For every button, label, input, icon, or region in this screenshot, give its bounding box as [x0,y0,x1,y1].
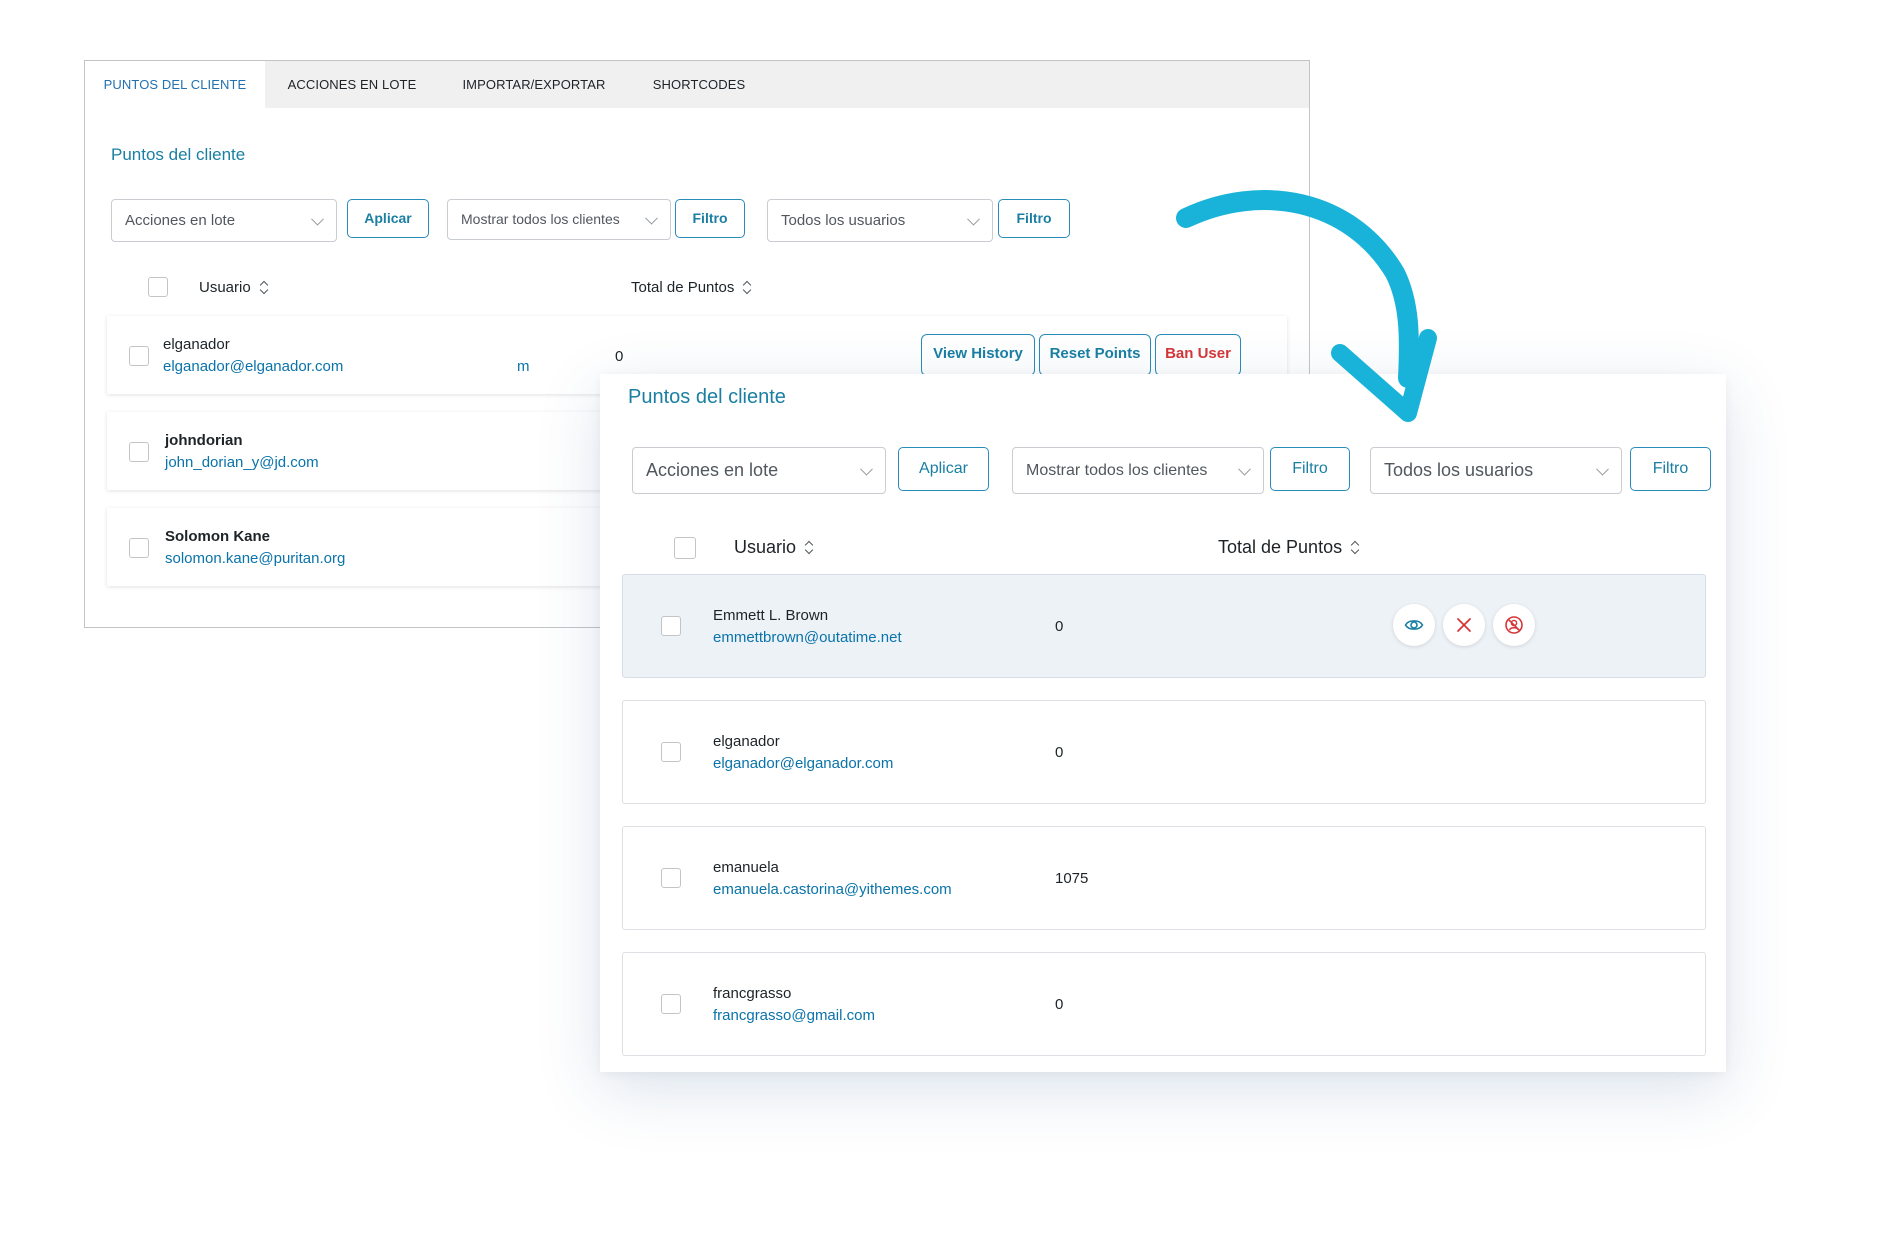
curved-arrow-icon [1176,190,1437,422]
sort-icon [742,281,752,295]
tab-bar: PUNTOS DEL CLIENTE ACCIONES EN LOTE IMPO… [85,61,1309,108]
customers-select-value: Mostrar todos los clientes [1026,462,1208,479]
new-points-panel: Puntos del cliente Acciones en lote Apli… [600,374,1726,1072]
points-value: 0 [1055,996,1064,1013]
tab-puntos-del-cliente[interactable]: PUNTOS DEL CLIENTE [85,61,265,108]
sort-icon [1350,541,1360,555]
user-name: francgrasso [713,985,792,1002]
table-row: francgrasso francgrasso@gmail.com 0 [622,952,1706,1056]
filter-button[interactable]: Filtro [1270,447,1350,491]
customers-select[interactable]: Mostrar todos los clientes [447,199,671,240]
table-row: elganador elganador@elganador.com 0 [622,700,1706,804]
bulk-actions-select[interactable]: Acciones en lote [632,447,886,494]
chevron-down-icon [645,211,658,225]
users-select[interactable]: Todos los usuarios [1370,447,1622,494]
user-name: Solomon Kane [165,528,271,545]
bulk-actions-value: Acciones en lote [646,460,779,480]
column-user-label: Usuario [199,279,251,296]
bulk-actions-value: Acciones en lote [125,212,236,229]
filter-button[interactable]: Filtro [675,199,745,238]
row-extra-text: m [517,358,530,375]
chevron-down-icon [1596,462,1609,476]
chevron-down-icon [311,212,324,226]
view-history-button[interactable]: View History [921,334,1035,376]
page-title: Puntos del cliente [111,145,246,164]
users-select[interactable]: Todos los usuarios [767,199,993,242]
ban-icon [1505,616,1523,634]
row-checkbox[interactable] [129,346,149,366]
tab-shortcodes[interactable]: SHORTCODES [629,61,769,108]
row-checkbox[interactable] [661,994,681,1014]
row-checkbox[interactable] [129,442,149,462]
select-all-checkbox[interactable] [148,277,168,297]
user-name: elganador [163,336,230,353]
points-value: 0 [1055,744,1064,761]
table-row: emanuela emanuela.castorina@yithemes.com… [622,826,1706,930]
row-checkbox[interactable] [661,616,681,636]
page-title: Puntos del cliente [628,386,786,408]
chevron-down-icon [1238,462,1251,476]
users-select-value: Todos los usuarios [781,212,906,229]
reset-points-button[interactable]: Reset Points [1039,334,1151,376]
column-header-points[interactable]: Total de Puntos [631,279,752,296]
reset-points-button[interactable] [1443,604,1485,646]
user-email[interactable]: emanuela.castorina@yithemes.com [713,881,952,898]
column-header-points[interactable]: Total de Puntos [1218,537,1360,558]
bulk-actions-select[interactable]: Acciones en lote [111,199,337,242]
tab-importar-exportar[interactable]: IMPORTAR/EXPORTAR [439,61,629,108]
close-icon [1457,618,1471,632]
view-history-button[interactable] [1393,604,1435,646]
column-points-label: Total de Puntos [631,279,735,296]
column-header-user[interactable]: Usuario [199,279,269,296]
sort-icon [804,541,814,555]
user-name: johndorian [165,432,243,449]
user-name: elganador [713,733,780,750]
table-row: Emmett L. Brown emmettbrown@outatime.net… [622,574,1706,678]
user-email[interactable]: elganador@elganador.com [163,358,343,375]
apply-button[interactable]: Aplicar [898,447,989,491]
row-checkbox[interactable] [129,538,149,558]
row-checkbox[interactable] [661,868,681,888]
column-header-user[interactable]: Usuario [734,537,814,558]
tab-acciones-en-lote[interactable]: ACCIONES EN LOTE [265,61,439,108]
points-value: 1075 [1055,870,1089,887]
user-name: Emmett L. Brown [713,607,829,624]
user-name: emanuela [713,859,779,876]
chevron-down-icon [860,462,873,476]
column-points-label: Total de Puntos [1218,537,1343,557]
points-value: 0 [615,348,624,365]
user-email[interactable]: solomon.kane@puritan.org [165,550,345,567]
sort-icon [259,281,269,295]
customers-select-value: Mostrar todos los clientes [461,211,620,227]
user-email[interactable]: john_dorian_y@jd.com [165,454,319,471]
filter-button[interactable]: Filtro [998,199,1070,238]
user-email[interactable]: emmettbrown@outatime.net [713,629,902,646]
apply-button[interactable]: Aplicar [347,199,429,238]
users-select-value: Todos los usuarios [1384,460,1534,480]
ban-user-button[interactable] [1493,604,1535,646]
user-email[interactable]: francgrasso@gmail.com [713,1007,875,1024]
chevron-down-icon [967,212,980,226]
row-checkbox[interactable] [661,742,681,762]
points-value: 0 [1055,618,1064,635]
filter-button[interactable]: Filtro [1630,447,1711,491]
user-email[interactable]: elganador@elganador.com [713,755,893,772]
customers-select[interactable]: Mostrar todos los clientes [1012,447,1264,494]
select-all-checkbox[interactable] [674,537,696,559]
column-user-label: Usuario [734,537,797,557]
eye-icon [1404,620,1424,630]
